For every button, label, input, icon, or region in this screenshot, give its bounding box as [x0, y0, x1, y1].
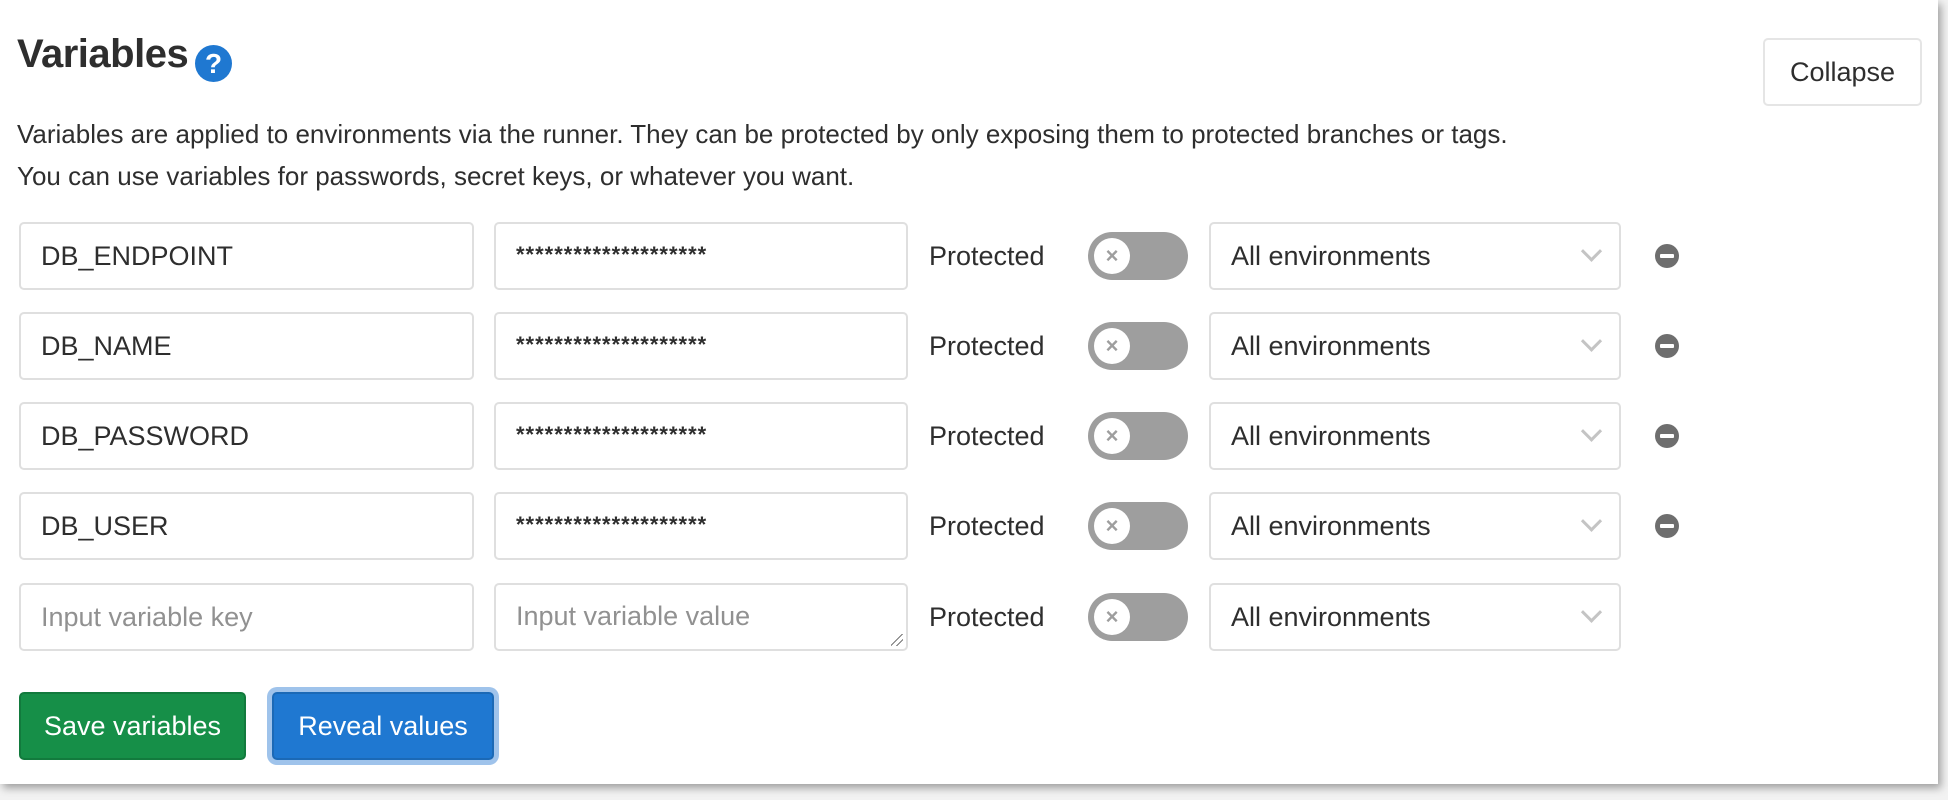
remove-variable-icon[interactable] — [1655, 514, 1679, 538]
new-variable-value-textarea[interactable]: Input variable value — [494, 583, 908, 651]
chevron-down-icon — [1580, 330, 1603, 352]
environment-value: All environments — [1231, 510, 1431, 541]
variable-key-input[interactable]: DB_ENDPOINT — [19, 222, 474, 290]
resize-handle-icon[interactable] — [891, 634, 903, 646]
environment-value: All environments — [1231, 601, 1431, 632]
variable-value-input[interactable]: ******************** — [494, 402, 908, 470]
protected-toggle[interactable]: × — [1088, 502, 1188, 550]
toggle-off-x-icon: × — [1094, 238, 1130, 274]
variable-value-input[interactable]: ******************** — [494, 312, 908, 380]
environment-select[interactable]: All environments — [1209, 312, 1621, 380]
environment-select[interactable]: All environments — [1209, 222, 1621, 290]
new-variable-row: Input variable key Input variable value … — [0, 583, 1938, 651]
protected-toggle[interactable]: × — [1088, 232, 1188, 280]
environment-select[interactable]: All environments — [1209, 583, 1621, 651]
value-placeholder: Input variable value — [516, 601, 751, 631]
environment-value: All environments — [1231, 330, 1431, 361]
save-variables-button[interactable]: Save variables — [19, 692, 246, 760]
protected-label: Protected — [929, 601, 1045, 632]
environment-select[interactable]: All environments — [1209, 492, 1621, 560]
environment-value: All environments — [1231, 420, 1431, 451]
protected-toggle[interactable]: × — [1088, 593, 1188, 641]
collapse-button[interactable]: Collapse — [1763, 38, 1922, 106]
chevron-down-icon — [1580, 420, 1603, 442]
remove-variable-icon[interactable] — [1655, 244, 1679, 268]
toggle-off-x-icon: × — [1094, 328, 1130, 364]
protected-toggle[interactable]: × — [1088, 412, 1188, 460]
description-line: Variables are applied to environments vi… — [17, 119, 1508, 149]
variable-row: DB_NAME ******************** Protected ×… — [0, 312, 1938, 380]
chevron-down-icon — [1580, 510, 1603, 532]
remove-variable-icon[interactable] — [1655, 424, 1679, 448]
reveal-values-button[interactable]: Reveal values — [272, 692, 494, 760]
protected-label: Protected — [929, 420, 1045, 451]
protected-label: Protected — [929, 330, 1045, 361]
variable-row: DB_PASSWORD ******************** Protect… — [0, 402, 1938, 470]
variable-key-input[interactable]: DB_PASSWORD — [19, 402, 474, 470]
toggle-off-x-icon: × — [1094, 599, 1130, 635]
toggle-off-x-icon: × — [1094, 418, 1130, 454]
variable-row: DB_USER ******************** Protected ×… — [0, 492, 1938, 560]
variable-value-input[interactable]: ******************** — [494, 492, 908, 560]
chevron-down-icon — [1580, 601, 1603, 623]
toggle-off-x-icon: × — [1094, 508, 1130, 544]
variable-value-input[interactable]: ******************** — [494, 222, 908, 290]
section-description: Variables are applied to environments vi… — [17, 113, 1508, 197]
variable-row: DB_ENDPOINT ******************** Protect… — [0, 222, 1938, 290]
description-line: You can use variables for passwords, sec… — [17, 161, 855, 191]
protected-label: Protected — [929, 240, 1045, 271]
protected-toggle[interactable]: × — [1088, 322, 1188, 370]
remove-variable-icon[interactable] — [1655, 334, 1679, 358]
variables-panel: Variables ? Collapse Variables are appli… — [0, 0, 1938, 784]
section-title: Variables — [17, 32, 189, 76]
protected-label: Protected — [929, 510, 1045, 541]
variable-key-input[interactable]: DB_NAME — [19, 312, 474, 380]
chevron-down-icon — [1580, 240, 1603, 262]
question-circle-icon[interactable]: ? — [195, 45, 232, 82]
new-variable-key-input[interactable]: Input variable key — [19, 583, 474, 651]
variable-key-input[interactable]: DB_USER — [19, 492, 474, 560]
environment-value: All environments — [1231, 240, 1431, 271]
environment-select[interactable]: All environments — [1209, 402, 1621, 470]
